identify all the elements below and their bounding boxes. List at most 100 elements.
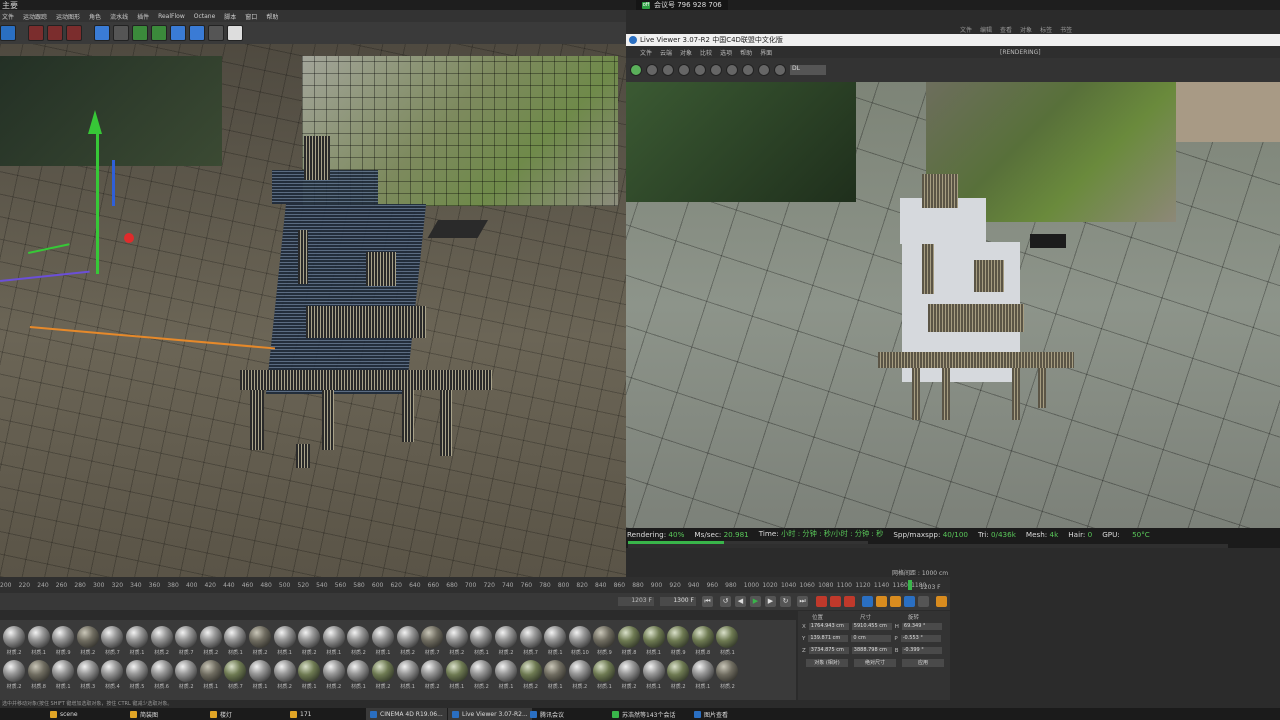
material-swatch[interactable]	[519, 660, 542, 682]
material-swatch[interactable]	[470, 660, 493, 682]
material-swatch[interactable]	[347, 626, 370, 648]
current-frame-field[interactable]: 1203 F	[618, 597, 654, 606]
material-swatch[interactable]	[716, 660, 739, 682]
render-settings-icon[interactable]	[66, 25, 82, 41]
coord-rot-b[interactable]: -0.399 °	[901, 647, 942, 654]
material-swatch[interactable]	[593, 660, 616, 682]
material-swatch[interactable]	[322, 626, 345, 648]
material-swatch[interactable]	[199, 660, 222, 682]
material-swatch[interactable]	[175, 660, 198, 682]
scale-key-icon[interactable]	[876, 596, 887, 607]
autokey-icon[interactable]	[830, 596, 841, 607]
y-axis-handle[interactable]	[96, 124, 99, 274]
coord-pos-z[interactable]: 3734.875 cm	[808, 647, 849, 654]
material-swatch[interactable]	[126, 660, 148, 682]
record-keys-icon[interactable]	[816, 596, 827, 607]
material-swatch[interactable]	[249, 626, 271, 648]
prev-frame-icon[interactable]: ◀	[735, 596, 746, 607]
material-swatch[interactable]	[544, 660, 567, 682]
select-tool-icon[interactable]	[0, 25, 16, 41]
task-lights[interactable]: 楼灯	[210, 708, 232, 720]
pen-icon[interactable]	[113, 25, 129, 41]
pause-render-icon[interactable]	[662, 64, 674, 76]
lv-menu-help[interactable]: 帮助	[740, 48, 752, 57]
coord-size-x[interactable]: 5910.455 cm	[851, 623, 892, 630]
coord-size-z[interactable]: 3888.798 cm	[851, 647, 892, 654]
size-mode-select[interactable]: 绝对尺寸	[854, 659, 896, 667]
coord-pos-x[interactable]: 1764.943 cm	[808, 623, 849, 630]
material-swatch[interactable]	[568, 660, 591, 682]
material-swatch[interactable]	[76, 626, 99, 648]
task-simple-drawing[interactable]: 简装图	[130, 708, 158, 720]
lv-menu-compare[interactable]: 比较	[700, 48, 712, 57]
rotation-key-icon[interactable]	[890, 596, 901, 607]
render-view-icon[interactable]	[28, 25, 44, 41]
lv-menu-gui[interactable]: 界面	[760, 48, 772, 57]
material-swatch[interactable]	[27, 660, 50, 682]
coord-rot-h[interactable]: 69.349 °	[901, 623, 942, 630]
subdivision-icon[interactable]	[132, 25, 148, 41]
apply-button[interactable]: 应用	[902, 659, 944, 667]
task-live-viewer[interactable]: Live Viewer 3.07-R2...	[448, 708, 532, 720]
material-swatch[interactable]	[642, 660, 665, 682]
menu-file[interactable]: 文件	[2, 12, 14, 21]
light-icon[interactable]	[227, 25, 243, 41]
editor-viewport[interactable]	[0, 44, 626, 577]
om-menu-edit[interactable]: 编辑	[980, 25, 992, 34]
material-swatch[interactable]	[150, 660, 173, 682]
timeline-playhead[interactable]	[908, 580, 912, 590]
coord-size-y[interactable]: 0 cm	[851, 635, 892, 642]
parameter-key-icon[interactable]	[904, 596, 915, 607]
material-swatch[interactable]	[618, 660, 640, 682]
material-swatch[interactable]	[175, 626, 198, 648]
material-swatch[interactable]	[544, 626, 567, 648]
material-swatch[interactable]	[396, 660, 419, 682]
region-render-icon[interactable]	[678, 64, 690, 76]
meeting-indicator[interactable]: off 会议号 796 928 706	[636, 0, 728, 10]
material-swatch[interactable]	[298, 660, 321, 682]
coord-mode-select[interactable]: 对象 (相对)	[806, 659, 848, 667]
om-menu-file[interactable]: 文件	[960, 25, 972, 34]
material-swatch[interactable]	[421, 626, 444, 648]
z-axis-handle[interactable]	[112, 160, 115, 206]
material-swatch[interactable]	[445, 626, 468, 648]
material-swatch[interactable]	[224, 626, 247, 648]
material-swatch[interactable]	[273, 660, 296, 682]
material-swatch[interactable]	[101, 660, 124, 682]
om-menu-bookmark[interactable]: 书签	[1060, 25, 1072, 34]
end-frame-field[interactable]: 1300 F	[660, 597, 696, 606]
render-output[interactable]	[626, 82, 1280, 528]
task-scene[interactable]: scene	[50, 708, 78, 720]
task-cinema4d[interactable]: CINEMA 4D R19.06...	[366, 708, 447, 720]
material-swatch[interactable]	[716, 626, 739, 648]
menu-pipeline[interactable]: 流水线	[110, 12, 128, 21]
lock-resolution-icon[interactable]	[710, 64, 722, 76]
position-key-icon[interactable]	[862, 596, 873, 607]
material-swatch[interactable]	[372, 660, 394, 682]
material-swatch[interactable]	[667, 626, 690, 648]
material-swatch[interactable]	[372, 626, 394, 648]
material-swatch[interactable]	[322, 660, 345, 682]
send-scene-icon[interactable]	[630, 64, 642, 76]
material-swatch[interactable]	[273, 626, 296, 648]
material-swatch[interactable]	[495, 626, 517, 648]
om-menu-object[interactable]: 对象	[1020, 25, 1032, 34]
material-swatch[interactable]	[298, 626, 321, 648]
material-swatch[interactable]	[3, 626, 25, 648]
material-swatch[interactable]	[224, 660, 247, 682]
prev-key-icon[interactable]: ↺	[720, 596, 731, 607]
material-swatch[interactable]	[126, 626, 148, 648]
settings-gear-icon[interactable]	[694, 64, 706, 76]
lv-menu-options[interactable]: 选项	[720, 48, 732, 57]
next-key-icon[interactable]: ↻	[780, 596, 791, 607]
lv-menu-objects[interactable]: 对象	[680, 48, 692, 57]
next-frame-icon[interactable]: ▶	[765, 596, 776, 607]
material-swatch[interactable]	[3, 660, 25, 682]
om-menu-tag[interactable]: 标签	[1040, 25, 1052, 34]
material-swatch[interactable]	[445, 660, 468, 682]
material-swatch[interactable]	[421, 660, 444, 682]
lv-menu-file[interactable]: 文件	[640, 48, 652, 57]
menu-octane[interactable]: Octane	[194, 13, 216, 20]
material-swatch[interactable]	[642, 626, 665, 648]
menu-help[interactable]: 帮助	[266, 12, 278, 21]
